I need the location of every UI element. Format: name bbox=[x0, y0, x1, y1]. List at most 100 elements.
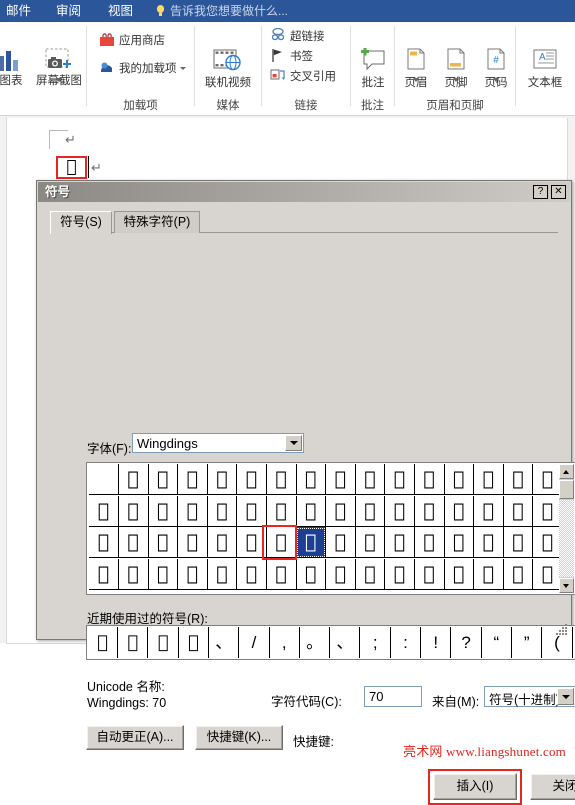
symbol-cell[interactable]:  bbox=[325, 464, 356, 495]
symbol-cell[interactable]:  bbox=[444, 464, 475, 495]
symbol-cell[interactable]:  bbox=[89, 527, 119, 558]
hyperlink-button[interactable]: 超链接 bbox=[270, 27, 325, 46]
character-code-input[interactable]: 70 bbox=[364, 686, 422, 707]
symbol-cell[interactable]:  bbox=[207, 495, 238, 527]
symbol-cell[interactable]:  bbox=[237, 558, 267, 590]
store-button[interactable]: 应用商店 bbox=[99, 32, 165, 50]
shortcut-key-button[interactable]: 快捷键(K)... bbox=[195, 725, 283, 750]
chevron-down-icon[interactable] bbox=[557, 688, 574, 705]
symbol-cell[interactable]:  bbox=[414, 464, 445, 495]
symbol-cell-selected[interactable]:  bbox=[296, 527, 327, 558]
symbol-cell[interactable]:  bbox=[118, 527, 149, 558]
symbol-cell[interactable]:  bbox=[177, 495, 208, 527]
symbol-cell[interactable]:  bbox=[325, 495, 356, 527]
symbol-cell[interactable]:  bbox=[503, 495, 534, 527]
chevron-down-icon[interactable] bbox=[493, 78, 499, 82]
symbol-cell[interactable]:  bbox=[207, 464, 238, 495]
tab-symbols[interactable]: 符号(S) bbox=[50, 211, 112, 234]
symbol-cell[interactable]:  bbox=[118, 558, 149, 590]
symbol-cell[interactable]:  bbox=[473, 495, 504, 527]
symbol-cell[interactable]:  bbox=[385, 558, 415, 590]
symbol-cell[interactable]:  bbox=[177, 464, 208, 495]
symbol-cell[interactable]:  bbox=[325, 558, 356, 590]
symbol-cell[interactable]:  bbox=[237, 464, 267, 495]
symbol-cell[interactable]:  bbox=[414, 495, 445, 527]
symbol-cell[interactable]:  bbox=[473, 464, 504, 495]
symbol-cell[interactable]:  bbox=[503, 464, 534, 495]
symbol-cell[interactable]:  bbox=[355, 495, 386, 527]
online-video-button[interactable]: 联机视频 bbox=[199, 48, 257, 90]
symbol-cell[interactable]:  bbox=[177, 558, 208, 590]
my-addins-button[interactable]: 我的加载项 bbox=[99, 60, 186, 78]
symbol-grid[interactable]: … bbox=[86, 462, 575, 595]
symbol-cell[interactable]:  bbox=[473, 558, 504, 590]
tab-special-characters[interactable]: 特殊字符(P) bbox=[114, 211, 200, 233]
ribbon-tab-review[interactable]: 审阅 bbox=[56, 0, 81, 22]
symbol-cell[interactable]:  bbox=[207, 558, 238, 590]
symbol-cell[interactable]:  bbox=[266, 495, 297, 527]
symbol-cell[interactable]:  bbox=[503, 527, 534, 558]
text-box-button[interactable]: A 文本框 bbox=[518, 48, 572, 90]
symbol-cell[interactable]:  bbox=[503, 558, 534, 590]
symbol-cell[interactable]:  bbox=[325, 527, 356, 558]
symbol-cell[interactable]:  bbox=[89, 558, 119, 590]
symbol-cell[interactable]:  bbox=[355, 527, 386, 558]
symbol-cell[interactable]:  bbox=[148, 464, 179, 495]
scroll-down-button[interactable] bbox=[559, 578, 574, 593]
close-icon[interactable]: ✕ bbox=[551, 185, 566, 199]
ribbon-tab-mailings[interactable]: 邮件 bbox=[6, 0, 31, 22]
symbol-cell[interactable]:  bbox=[444, 558, 475, 590]
symbol-cell[interactable]:  bbox=[385, 527, 415, 558]
symbol-cell[interactable]:  bbox=[414, 527, 445, 558]
symbol-cell[interactable]:  bbox=[177, 527, 208, 558]
symbol-cell[interactable]:  bbox=[237, 495, 267, 527]
symbol-cell[interactable]:  bbox=[118, 495, 149, 527]
chevron-down-icon[interactable] bbox=[56, 78, 62, 82]
symbol-cell[interactable]:  bbox=[296, 495, 327, 527]
symbol-cell[interactable]:  bbox=[148, 527, 179, 558]
symbol-cell[interactable]:  bbox=[296, 464, 327, 495]
bookmark-button[interactable]: 书签 bbox=[270, 48, 313, 66]
dialog-title-bar[interactable]: 符号 ? ✕ bbox=[38, 182, 570, 202]
from-combobox[interactable]: 符号(十进制) bbox=[484, 686, 575, 707]
symbol-cell[interactable]:  bbox=[89, 495, 119, 527]
chevron-down-icon[interactable] bbox=[285, 435, 302, 451]
cross-reference-button[interactable]: 交叉引用 bbox=[270, 68, 336, 86]
new-comment-button[interactable]: 批注 bbox=[353, 48, 393, 90]
symbol-cell[interactable]:  bbox=[414, 558, 445, 590]
resize-grip[interactable] bbox=[556, 624, 568, 636]
scrollbar-track[interactable] bbox=[559, 500, 574, 577]
symbol-cell[interactable]:  bbox=[355, 558, 386, 590]
symbol-cell[interactable]:  bbox=[444, 527, 475, 558]
symbol-cell[interactable]:  bbox=[444, 495, 475, 527]
symbol-cell[interactable]:  bbox=[385, 464, 415, 495]
symbol-cell[interactable] bbox=[89, 464, 119, 495]
symbol-cell[interactable]:  bbox=[355, 464, 386, 495]
symbol-cell[interactable]:  bbox=[118, 464, 149, 495]
page-number-button[interactable]: # 页码 bbox=[477, 48, 515, 90]
chevron-down-icon[interactable] bbox=[413, 78, 419, 82]
header-button[interactable]: 页眉 bbox=[397, 48, 435, 90]
symbol-cell[interactable]:  bbox=[266, 464, 297, 495]
symbol-cell[interactable]:  bbox=[207, 527, 238, 558]
chevron-down-icon[interactable] bbox=[179, 67, 186, 71]
symbol-cell[interactable]:  bbox=[266, 558, 297, 590]
symbol-grid-scrollbar[interactable] bbox=[559, 464, 574, 593]
symbol-cell[interactable]:  bbox=[385, 495, 415, 527]
symbol-cell[interactable]:  bbox=[148, 495, 179, 527]
tell-me-search[interactable]: 告诉我您想要做什么... bbox=[170, 0, 288, 22]
chevron-down-icon[interactable] bbox=[453, 78, 459, 82]
symbol-cell[interactable]:  bbox=[296, 558, 327, 590]
font-combobox[interactable]: Wingdings bbox=[132, 433, 304, 453]
help-button[interactable]: ? bbox=[533, 185, 548, 199]
chart-button[interactable]: 图表 bbox=[0, 48, 32, 88]
symbol-cell[interactable]:  bbox=[148, 558, 179, 590]
chevron-down-icon[interactable] bbox=[542, 78, 548, 82]
autocorrect-button[interactable]: 自动更正(A)... bbox=[86, 725, 184, 750]
symbol-cell[interactable]:  bbox=[473, 527, 504, 558]
scrollbar-thumb[interactable] bbox=[559, 480, 574, 499]
ribbon-tab-view[interactable]: 视图 bbox=[108, 0, 133, 22]
screenshot-button[interactable]: 屏幕截图 bbox=[32, 48, 86, 88]
scroll-up-button[interactable] bbox=[559, 464, 574, 479]
close-button[interactable]: 关闭 bbox=[530, 773, 575, 800]
